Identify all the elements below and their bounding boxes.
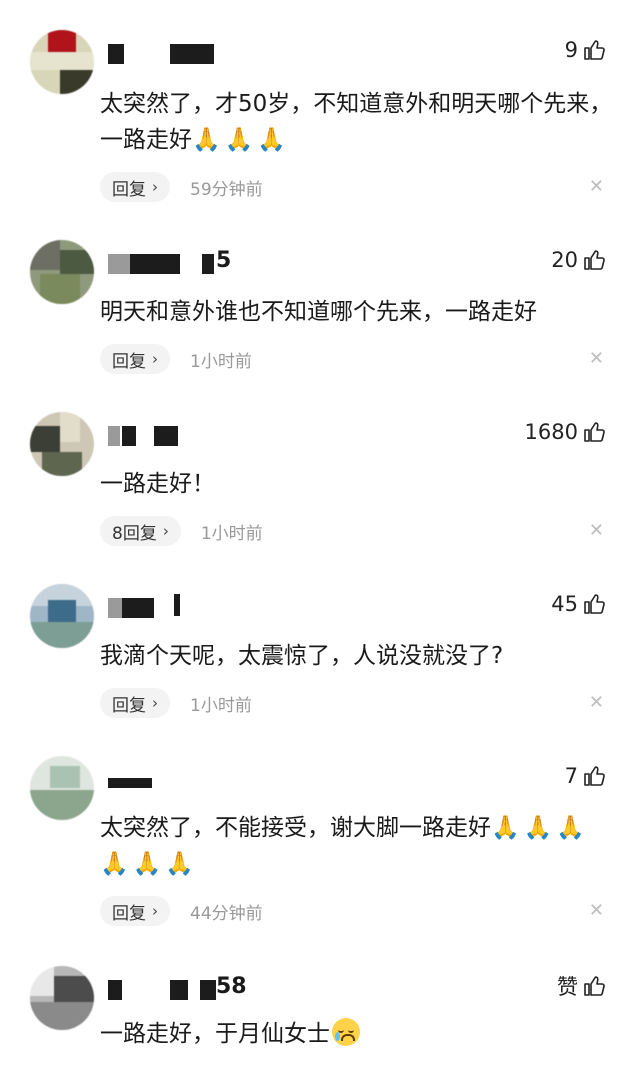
comment-meta: 回复 › 59分钟前 (100, 170, 263, 204)
like-count: 1680 (524, 420, 578, 444)
like-button[interactable]: 9 (565, 36, 606, 64)
thumbs-up-icon (582, 248, 606, 272)
chevron-right-icon: › (152, 178, 158, 196)
thumbs-up-icon (582, 592, 606, 616)
avatar[interactable] (30, 584, 94, 648)
like-button[interactable]: 7 (565, 762, 606, 790)
avatar[interactable] (30, 966, 94, 1030)
timestamp: 59分钟前 (190, 179, 263, 200)
reply-button[interactable]: 回复 › (100, 688, 170, 718)
like-button[interactable]: 45 (551, 590, 606, 618)
comment-text: 太突然了，不能接受，谢大脚一路走好🙏🙏🙏🙏🙏🙏 (100, 815, 589, 877)
thumbs-up-icon (582, 38, 606, 62)
comment-text: 明天和意外谁也不知道哪个先来，一路走好 (100, 299, 537, 325)
comment-list: 9 太突然了，才50岁，不知道意外和明天哪个先来，一路走好🙏🙏🙏 回复 › 59分… (0, 0, 640, 1067)
reply-button[interactable]: 回复 › (100, 896, 170, 926)
avatar[interactable] (30, 756, 94, 820)
reply-button[interactable]: 8回复 › (100, 516, 181, 546)
like-count: 45 (551, 592, 578, 616)
close-icon[interactable]: ✕ (589, 686, 604, 720)
avatar[interactable] (30, 240, 94, 304)
comment-meta: 回复 › 1小时前 (100, 342, 252, 376)
crying-face-icon (332, 1018, 360, 1046)
close-icon[interactable]: ✕ (589, 170, 604, 204)
avatar[interactable] (30, 30, 94, 94)
comment-meta: 8回复 › 1小时前 (100, 514, 263, 548)
close-icon[interactable]: ✕ (589, 894, 604, 928)
chevron-right-icon: › (162, 522, 169, 540)
comment-text: 太突然了，才50岁，不知道意外和明天哪个先来，一路走好🙏🙏🙏 (100, 91, 613, 153)
like-button[interactable]: 赞 (557, 972, 606, 1000)
like-count: 7 (564, 764, 578, 788)
like-button[interactable]: 20 (551, 246, 606, 274)
folded-hands-icon: 🙏🙏🙏 (192, 127, 290, 153)
chevron-right-icon: › (152, 902, 158, 920)
comment-meta: 回复 › 1小时前 (100, 686, 252, 720)
reply-button[interactable]: 回复 › (100, 172, 170, 202)
timestamp: 44分钟前 (190, 903, 263, 924)
like-count: 9 (564, 38, 578, 62)
timestamp: 1小时前 (190, 695, 252, 716)
like-button[interactable]: 1680 (525, 418, 606, 446)
thumbs-up-icon (582, 420, 606, 444)
comment-text: 我滴个天呢，太震惊了，人说没就没了? (100, 643, 504, 669)
chevron-right-icon: › (152, 694, 158, 712)
reply-button[interactable]: 回复 › (100, 344, 170, 374)
timestamp: 1小时前 (190, 351, 252, 372)
comment-text: 一路走好，于月仙女士 (100, 1016, 620, 1052)
like-count: 20 (551, 248, 578, 272)
chevron-right-icon: › (152, 350, 158, 368)
timestamp: 1小时前 (200, 523, 263, 544)
comment-text: 一路走好！ (100, 471, 215, 497)
thumbs-up-icon (582, 974, 606, 998)
close-icon[interactable]: ✕ (589, 514, 604, 548)
comment-meta: 回复 › 44分钟前 (100, 894, 263, 928)
thumbs-up-icon (582, 764, 606, 788)
like-count: 赞 (557, 975, 578, 999)
close-icon[interactable]: ✕ (589, 342, 604, 376)
avatar[interactable] (30, 412, 94, 476)
